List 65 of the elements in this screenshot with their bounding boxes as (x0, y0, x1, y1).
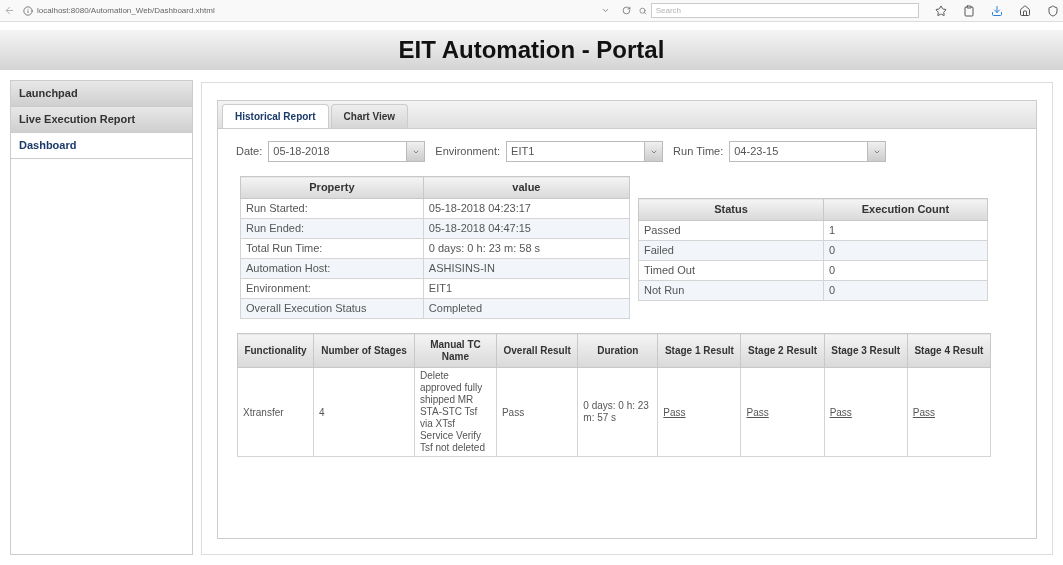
result-link[interactable]: Pass (912, 406, 936, 418)
table-cell: Completed (423, 298, 630, 319)
table-cell: Timed Out (638, 260, 824, 281)
table-cell: Delete approved fully shipped MR STA-STC Tsf via XTsf Service Verify Tsf not deleted (419, 370, 485, 453)
table-cell: 0 (823, 240, 988, 261)
dropdown-icon[interactable] (601, 6, 610, 15)
table-cell: Passed (638, 220, 824, 241)
search-icon (639, 6, 647, 15)
sidebar-item[interactable]: Live Execution Report (11, 107, 192, 133)
tab[interactable]: Historical Report (222, 104, 329, 128)
back-icon[interactable] (4, 5, 15, 16)
table-cell: Overall Execution Status (240, 298, 424, 319)
column-header: Property (240, 176, 424, 199)
column-header: Duration (577, 333, 658, 368)
table-cell: Total Run Time: (240, 238, 424, 259)
column-header: Status (638, 198, 824, 221)
reload-icon[interactable] (622, 6, 631, 15)
column-header: Execution Count (823, 198, 988, 221)
dropdown[interactable]: 05-18-2018 (268, 141, 426, 162)
shield-icon[interactable] (1047, 4, 1059, 17)
table-cell: 0 (823, 280, 988, 301)
table-cell: Run Started: (240, 198, 424, 219)
tab[interactable]: Chart View (330, 104, 409, 128)
table-cell: 05-18-2018 04:23:17 (423, 198, 630, 219)
table-cell: Xtransfer (243, 406, 284, 418)
column-header: value (423, 176, 630, 199)
table-cell: Not Run (638, 280, 824, 301)
column-header: Functionality (237, 333, 314, 368)
result-link[interactable]: Pass (829, 406, 852, 418)
clipboard-icon[interactable] (963, 4, 975, 17)
table-cell: Automation Host: (240, 258, 424, 279)
column-header: Stage 3 Result (824, 333, 908, 368)
table-cell: 4 (319, 406, 325, 418)
table-cell: Pass (501, 406, 525, 418)
filter-label: Run Time: (673, 144, 724, 160)
home-icon[interactable] (1019, 4, 1031, 17)
table-cell: Environment: (240, 278, 424, 299)
table-cell: 05-18-2018 04:47:15 (423, 218, 630, 239)
result-link[interactable]: Pass (746, 406, 769, 418)
page-title: EIT Automation - Portal (398, 35, 665, 65)
search-field[interactable]: Search (650, 3, 919, 18)
table-cell: 0 days: 0 h: 23 m: 58 s (423, 238, 630, 259)
column-header: Stage 4 Result (907, 333, 991, 368)
table-cell: 1 (823, 220, 988, 241)
url-text[interactable]: localhost:8080/Automation_Web/Dashboard.xhtml (37, 4, 215, 17)
table-cell: Run Ended: (240, 218, 424, 239)
info-icon[interactable] (23, 5, 33, 16)
table-cell: EIT1 (423, 278, 630, 299)
download-icon[interactable] (991, 4, 1003, 17)
column-header: Stage 2 Result (741, 333, 825, 368)
bookmark-icon[interactable] (935, 4, 947, 17)
table-cell: 0 (823, 260, 988, 281)
dropdown[interactable]: EIT1 (506, 141, 664, 162)
sidebar-item[interactable]: Launchpad (11, 81, 192, 107)
column-header: Manual TC Name (414, 333, 497, 368)
column-header: Overall Result (496, 333, 578, 368)
result-link[interactable]: Pass (663, 406, 686, 418)
dropdown[interactable]: 04-23-15 (729, 141, 887, 162)
filter-label: Environment: (435, 144, 501, 160)
table-cell: Failed (638, 240, 824, 261)
column-header: Stage 1 Result (657, 333, 741, 368)
table-cell: 0 days: 0 h: 23 m: 57 s (583, 400, 649, 423)
column-header: Number of Stages (313, 333, 415, 368)
table-cell: ASHISINS-IN (423, 258, 630, 279)
filter-label: Date: (236, 144, 263, 160)
